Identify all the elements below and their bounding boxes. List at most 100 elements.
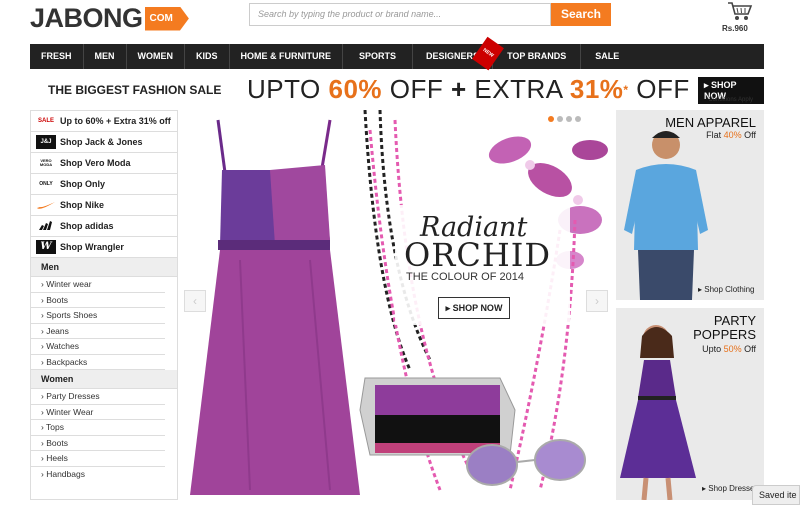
sidebar-brand-vero-moda[interactable]: VERO MODA Shop Vero Moda xyxy=(31,153,177,174)
shop-dresses-link[interactable]: ▸ Shop Dresse xyxy=(702,484,755,493)
link-label: Backpacks xyxy=(46,356,88,367)
sidebar-heading-men: Men xyxy=(31,258,177,277)
nav-home-furniture[interactable]: HOME & FURNITURE xyxy=(230,44,344,69)
link-label: Heels xyxy=(46,453,68,463)
sidebar: SALE Up to 60% + Extra 31% off J&J Shop … xyxy=(30,110,178,500)
men-apparel-title: MEN APPAREL xyxy=(665,115,756,130)
nav-men[interactable]: MEN xyxy=(84,44,127,69)
logo-com-tag: COM xyxy=(144,6,189,31)
conditions-note: *Conditions Apply xyxy=(706,97,754,103)
jabong-logo[interactable]: JABONG COM xyxy=(30,3,189,34)
dress-illustration xyxy=(190,119,360,495)
carousel-dot[interactable] xyxy=(566,116,572,122)
offer-prefix: Flat xyxy=(706,130,724,140)
sidebar-link-winter-wear-women[interactable]: › Winter Wear xyxy=(31,405,165,420)
link-label: Party Dresses xyxy=(46,391,100,401)
men-apparel-card[interactable]: MEN APPAREL Flat 40% Off ▸ Shop Clothing xyxy=(616,110,764,300)
play-arrow-icon: ▸ xyxy=(704,80,712,90)
sidebar-link-jeans[interactable]: › Jeans xyxy=(31,324,165,339)
offer-suffix: Off xyxy=(741,344,756,354)
cart-icon[interactable] xyxy=(726,0,754,22)
sidebar-promo-label: Up to 60% + Extra 31% off xyxy=(60,116,171,126)
party-poppers-title: PARTY POPPERS xyxy=(693,314,756,342)
link-label: Winter Wear xyxy=(46,406,94,417)
sidebar-link-heels[interactable]: › Heels xyxy=(31,451,165,467)
sidebar-brand-only[interactable]: ONLY Shop Only xyxy=(31,174,177,195)
nav-top-brands[interactable]: TOP BRANDS xyxy=(493,44,582,69)
sidebar-link-tops[interactable]: › Tops xyxy=(31,420,165,436)
hero-title-orchid: ORCHID xyxy=(404,236,552,274)
link-label: Winter wear xyxy=(46,279,92,289)
sidebar-brand-nike[interactable]: Shop Nike xyxy=(31,195,177,216)
carousel-dot[interactable] xyxy=(557,116,563,122)
offer-upto: UPTO xyxy=(247,74,329,104)
cart-total: Rs.960 xyxy=(722,24,748,33)
shop-clothing-link[interactable]: ▸ Shop Clothing xyxy=(698,285,755,294)
sidebar-brand-wrangler[interactable]: W Shop Wrangler xyxy=(31,237,177,258)
carousel-dot[interactable] xyxy=(575,116,581,122)
nike-swoosh-icon xyxy=(37,202,55,209)
hero-carousel[interactable]: ‹ › Radiant ORCHID THE COLOUR OF 2014 ▸ … xyxy=(180,110,610,500)
sidebar-link-winter-wear[interactable]: › Winter wear xyxy=(31,277,165,293)
nav-sports[interactable]: SPORTS xyxy=(343,44,414,69)
sidebar-brand-label: Shop Wrangler xyxy=(60,242,124,252)
carousel-next-arrow-icon[interactable]: › xyxy=(586,290,608,312)
offer-off-1: OFF xyxy=(382,74,451,104)
party-poppers-offer: Upto 50% Off xyxy=(702,344,756,354)
offer-pct: 40% xyxy=(723,130,742,140)
nav-sale[interactable]: SALE xyxy=(581,44,633,69)
sidebar-link-sports-shoes[interactable]: › Sports Shoes xyxy=(31,308,165,324)
sale-logo-icon: SALE xyxy=(37,118,54,124)
carousel-dots xyxy=(548,116,581,122)
link-label: Boots xyxy=(46,437,68,448)
nav-women[interactable]: WOMEN xyxy=(127,44,186,69)
party-title-line2: POPPERS xyxy=(693,327,756,342)
offer-pct-1: 60% xyxy=(328,74,383,104)
header: JABONG COM Search by typing the product … xyxy=(0,0,800,44)
offer-pct-2: 31% xyxy=(569,74,624,104)
hero-subtitle: THE COLOUR OF 2014 xyxy=(406,271,524,283)
offer-suffix: Off xyxy=(741,130,756,140)
banner-tagline: THE BIGGEST FASHION SALE xyxy=(48,82,222,97)
carousel-prev-arrow-icon[interactable]: ‹ xyxy=(184,290,206,312)
link-label: Tops xyxy=(46,422,65,432)
sidebar-brand-jack-jones[interactable]: J&J Shop Jack & Jones xyxy=(31,132,177,153)
nav-designers[interactable]: DESIGNERS NEW xyxy=(413,36,505,71)
sidebar-promo-sale[interactable]: SALE Up to 60% + Extra 31% off xyxy=(31,111,177,132)
sidebar-link-boots-women[interactable]: › Boots xyxy=(31,436,165,451)
link-label: Sports Shoes xyxy=(46,310,98,320)
adidas-logo-icon xyxy=(39,221,52,230)
sidebar-link-boots[interactable]: › Boots xyxy=(31,293,165,308)
main-nav: FRESH MEN WOMEN KIDS HOME & FURNITURE SP… xyxy=(30,36,764,71)
nav-fresh[interactable]: FRESH xyxy=(30,44,84,69)
sidebar-brand-label: Shop Nike xyxy=(60,200,105,210)
vero-moda-logo-icon: VERO MODA xyxy=(39,158,53,167)
search-input[interactable]: Search by typing the product or brand na… xyxy=(249,3,551,26)
sidebar-brand-label: Shop Only xyxy=(60,179,105,189)
offer-prefix: Upto xyxy=(702,344,724,354)
sidebar-link-party-dresses[interactable]: › Party Dresses xyxy=(31,389,165,405)
hero-shop-now-button[interactable]: ▸ SHOP NOW xyxy=(438,297,510,319)
sale-banner[interactable]: THE BIGGEST FASHION SALE UPTO 60% OFF + … xyxy=(30,72,764,107)
link-label: Boots xyxy=(46,294,68,305)
party-poppers-card[interactable]: PARTY POPPERS Upto 50% Off ▸ Shop Dresse xyxy=(616,308,764,500)
sunglasses-illustration xyxy=(466,439,586,486)
hero-image xyxy=(190,110,608,495)
logo-text: JABONG xyxy=(30,3,143,33)
link-label: Watches xyxy=(46,341,79,351)
sidebar-link-handbags[interactable]: › Handbags xyxy=(31,467,165,483)
offer-off-2: OFF xyxy=(628,74,690,104)
wrangler-logo-icon: W xyxy=(36,240,56,254)
saved-items-tab[interactable]: Saved ite xyxy=(752,485,800,505)
sidebar-brand-label: Shop adidas xyxy=(60,221,114,231)
carousel-dot[interactable] xyxy=(548,116,554,122)
sidebar-link-backpacks[interactable]: › Backpacks xyxy=(31,355,165,370)
search-button[interactable]: Search xyxy=(551,3,611,26)
offer-plus: + xyxy=(450,74,467,104)
sidebar-brand-adidas[interactable]: Shop adidas xyxy=(31,216,177,237)
play-arrow-icon: ▸ xyxy=(445,303,453,313)
sidebar-link-watches[interactable]: › Watches xyxy=(31,339,165,355)
link-label: Shop Dresse xyxy=(708,484,755,493)
nav-kids[interactable]: KIDS xyxy=(185,44,230,69)
link-label: Shop Clothing xyxy=(704,285,755,294)
